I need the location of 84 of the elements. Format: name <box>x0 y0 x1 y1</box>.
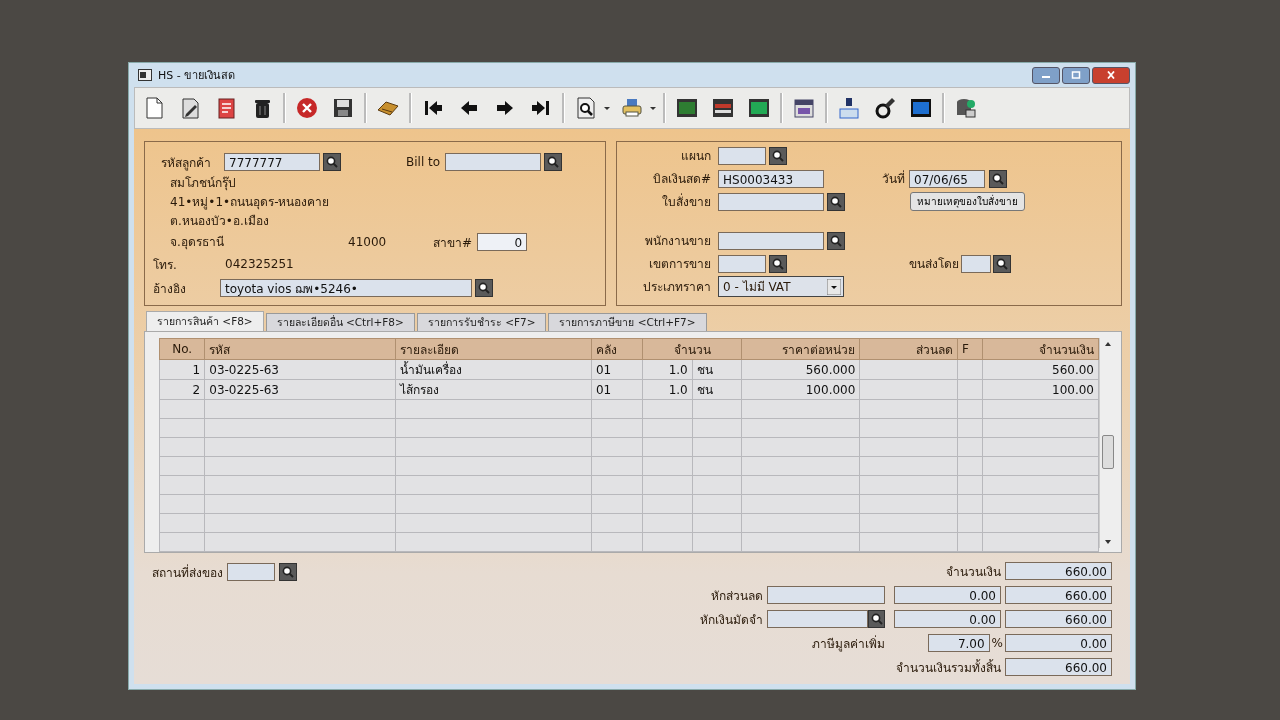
column-header: จำนวน <box>642 338 742 360</box>
input-field[interactable]: 0.00 <box>894 586 1001 604</box>
input-field[interactable]: 0 <box>477 233 528 251</box>
scroll-thumb[interactable] <box>1102 435 1114 469</box>
column-header: รายละเอียด <box>395 338 592 360</box>
input-field[interactable]: 660.00 <box>1005 658 1112 676</box>
close-icon[interactable] <box>1106 71 1116 79</box>
column-header: จำนวนเงิน <box>982 338 1099 360</box>
search-button[interactable] <box>827 231 845 250</box>
column-header: ส่วนลด <box>859 338 958 360</box>
search-button[interactable] <box>993 254 1011 273</box>
field-label: วันที่ <box>882 169 905 188</box>
input-field[interactable]: 660.00 <box>1005 586 1112 604</box>
address-line: 41•หมู่•1•ถนนอุดร-หนองคาย <box>169 194 331 212</box>
address-line: จ.อุดรธานี <box>169 233 225 252</box>
input-field[interactable]: toyota vios ฌพ•5246• <box>220 279 472 297</box>
phone-number: 042325251 <box>225 255 294 273</box>
field-label: จำนวนเงินรวมทั้งสิ้น <box>896 658 1001 677</box>
input-field[interactable] <box>718 254 766 273</box>
field-label: สถานที่ส่งของ <box>152 563 223 582</box>
search-button[interactable] <box>769 146 787 165</box>
column-header: รหัส <box>204 338 395 360</box>
field-label: ภาษีมูลค่าเพิ่ม <box>812 634 885 653</box>
search-button[interactable] <box>989 169 1007 188</box>
tab[interactable]: รายการรับชำระ <F7> <box>416 313 547 331</box>
field-label: หักเงินมัดจำ <box>700 611 763 629</box>
search-button[interactable] <box>544 153 563 171</box>
maximize-button[interactable] <box>1062 66 1090 84</box>
input-field[interactable]: 660.00 <box>1005 562 1112 580</box>
caret-icon <box>827 278 841 295</box>
input-field[interactable] <box>961 254 991 273</box>
search-button[interactable] <box>769 254 787 273</box>
app-icon <box>138 69 152 81</box>
notes-button[interactable]: หมายเหตุของใบสั่งขาย <box>910 192 1025 211</box>
input-field[interactable] <box>227 563 275 581</box>
field-label: ขนส่งโดย <box>909 256 959 273</box>
tab[interactable]: รายการสินค้า <F8> <box>146 311 264 331</box>
column-header: No. <box>159 338 205 360</box>
field-label: รหัสลูกค้า <box>161 154 212 172</box>
column-header: คลัง <box>591 338 643 360</box>
field-label: เขตการขาย <box>648 256 711 273</box>
customer-name: สมโภชน์กรุ๊ป <box>169 175 237 193</box>
window-title: HS - ขายเงินสด <box>158 68 236 84</box>
input-field[interactable]: HS0003433 <box>718 169 824 188</box>
input-field[interactable] <box>718 192 824 211</box>
input-field[interactable]: 7.00 <box>927 634 990 652</box>
close-button[interactable] <box>1092 66 1130 84</box>
field-label: โทร. <box>153 256 178 274</box>
price-type-dropdown[interactable]: 0 - ไม่มี VAT <box>718 276 844 297</box>
search-button[interactable] <box>475 279 493 297</box>
input-field[interactable] <box>445 153 542 171</box>
input-field[interactable]: 07/06/65 <box>909 169 985 188</box>
column-header: ราคาต่อหน่วย <box>741 338 860 360</box>
field-label: หักส่วนลด <box>711 587 763 605</box>
input-field[interactable] <box>718 231 824 250</box>
postcode: 41000 <box>348 233 388 251</box>
tab[interactable]: รายละเอียดอื่น <Ctrl+F8> <box>265 313 415 331</box>
field-label: สาขา# <box>433 234 473 252</box>
column-header: F <box>957 338 983 360</box>
field-label: อ้างอิง <box>153 280 187 298</box>
input-field[interactable]: 0.00 <box>894 610 1001 628</box>
search-button[interactable] <box>827 192 845 211</box>
field-label: ใบสั่งขาย <box>661 192 711 211</box>
minimize-button[interactable] <box>1032 66 1060 84</box>
address-line: ต.หนองบัว•อ.เมือง <box>169 213 270 230</box>
search-button[interactable] <box>279 563 297 581</box>
input-field[interactable] <box>718 146 766 165</box>
field-label: พนักงานขาย <box>644 233 711 250</box>
field-label: จำนวนเงิน <box>946 563 1001 581</box>
field-label: แผนก <box>680 148 711 165</box>
search-button[interactable] <box>868 610 885 628</box>
percent-sign: % <box>991 636 1003 650</box>
input-field[interactable] <box>767 586 885 604</box>
input-field[interactable]: 7777777 <box>224 153 320 171</box>
table-cell: 2 <box>159 379 205 400</box>
field-label: บิลเงินสด# <box>651 171 711 188</box>
field-label: Bill to <box>406 155 441 169</box>
input-field[interactable]: 660.00 <box>1005 610 1112 628</box>
field-label: ประเภทราคา <box>642 279 711 296</box>
input-field[interactable]: 0.00 <box>1005 634 1112 652</box>
search-button[interactable] <box>323 153 341 171</box>
table-cell: 1 <box>159 359 205 380</box>
tab[interactable]: รายการภาษีขาย <Ctrl+F7> <box>548 313 707 331</box>
input-field[interactable] <box>767 610 869 628</box>
